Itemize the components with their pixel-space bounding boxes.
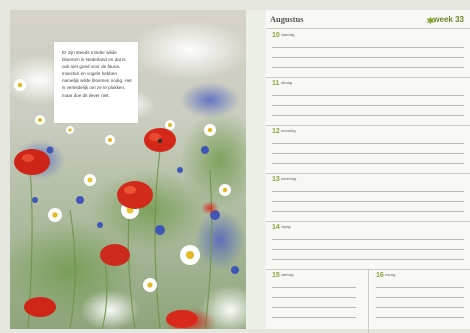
day-name: zondag [385, 273, 396, 277]
day-block-14[interactable]: 14 vrijdag [266, 221, 470, 270]
month-title: Augustus [270, 15, 304, 24]
day-number: 10 [272, 32, 280, 39]
day-number: 16 [376, 272, 384, 279]
day-number: 12 [272, 128, 280, 135]
day-block-12[interactable]: 12 woensdag [266, 125, 470, 174]
weekend-divider [368, 269, 369, 333]
info-note: Er zijn steeds minder wilde bloemen in N… [54, 42, 138, 123]
day-block-11[interactable]: 11 dinsdag [266, 77, 470, 126]
writing-line [272, 201, 464, 202]
writing-line [272, 249, 464, 250]
planner-spread: Er zijn steeds minder wilde bloemen in N… [0, 0, 470, 333]
day-name: maandag [281, 33, 295, 37]
week-planner-page: Augustus week 33 10 maandag 11 dinsdag 1… [266, 10, 470, 333]
writing-line [272, 95, 464, 96]
day-name: vrijdag [281, 225, 291, 229]
writing-line [272, 143, 464, 144]
note-text: Er zijn steeds minder wilde bloemen in N… [62, 50, 132, 98]
writing-line [272, 47, 464, 48]
day-name: zaterdag [281, 273, 294, 277]
writing-line [376, 287, 464, 288]
writing-line [272, 67, 464, 68]
writing-line [272, 307, 356, 308]
day-number: 11 [272, 80, 280, 87]
day-block-10[interactable]: 10 maandag [266, 29, 470, 78]
day-number: 13 [272, 176, 280, 183]
writing-line [376, 297, 464, 298]
writing-line [272, 317, 356, 318]
writing-line [272, 211, 464, 212]
day-block-13[interactable]: 13 donderdag [266, 173, 470, 222]
writing-line [272, 153, 464, 154]
writing-line [272, 57, 464, 58]
day-name: donderdag [281, 177, 297, 181]
wildflower-photo: Er zijn steeds minder wilde bloemen in N… [10, 10, 246, 329]
day-number: 15 [272, 272, 280, 279]
page-gutter [246, 10, 266, 329]
day-block-15[interactable]: 15 zaterdag [266, 269, 362, 319]
writing-line [272, 115, 464, 116]
writing-line [272, 163, 464, 164]
day-name: dinsdag [281, 81, 293, 85]
week-number: week 33 [433, 15, 464, 24]
writing-line [272, 239, 464, 240]
writing-line [272, 105, 464, 106]
writing-line [272, 287, 356, 288]
writing-line [272, 259, 464, 260]
day-name: woensdag [281, 129, 296, 133]
weekend-block: 15 zaterdag 16 zondag [266, 269, 470, 333]
day-number: 14 [272, 224, 280, 231]
writing-line [376, 307, 464, 308]
planner-header: Augustus week 33 [266, 10, 470, 29]
writing-line [272, 191, 464, 192]
writing-line [376, 317, 464, 318]
day-block-16[interactable]: 16 zondag [370, 269, 470, 319]
writing-line [272, 297, 356, 298]
